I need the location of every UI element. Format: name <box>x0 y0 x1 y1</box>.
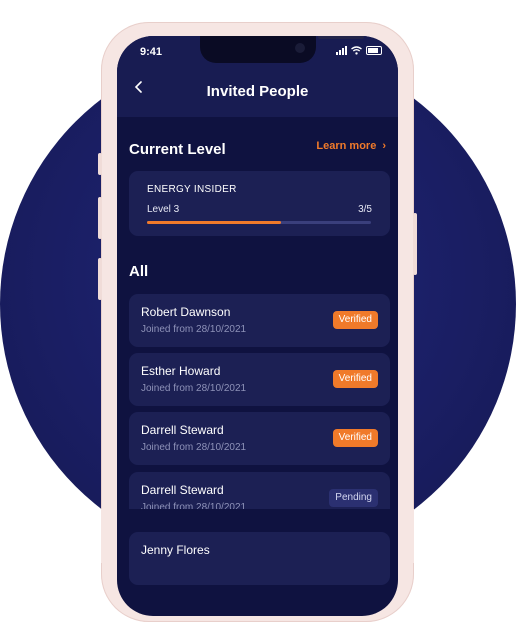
phone-side-button <box>98 258 102 300</box>
status-badge: Verified <box>332 311 378 329</box>
phone-side-button <box>98 197 102 239</box>
person-name: Robert Dawnson <box>141 305 231 319</box>
person-name: Esther Howard <box>141 364 221 378</box>
person-name: Darrell Steward <box>141 423 224 437</box>
person-joined: Joined from 28/10/2021 <box>141 442 247 453</box>
status-icons <box>336 46 382 55</box>
level-progress-text: 3/5 <box>358 204 372 215</box>
person-joined: Joined from 28/10/2021 <box>141 383 247 394</box>
status-badge: Pending <box>329 489 378 507</box>
person-row-partial[interactable]: Jenny Flores <box>129 532 390 563</box>
person-name: Darrell Steward <box>141 483 224 497</box>
chevron-right-icon: › <box>382 140 386 152</box>
speaker-icon <box>318 36 364 39</box>
camera-icon <box>295 43 305 53</box>
wifi-icon <box>351 46 362 55</box>
all-heading: All <box>129 263 149 280</box>
status-badge: Verified <box>332 429 378 447</box>
level-name: ENERGY INSIDER <box>147 184 237 195</box>
person-joined: Joined from 28/10/2021 <box>141 324 247 335</box>
status-badge: Verified <box>332 370 378 388</box>
status-time: 9:41 <box>140 46 163 58</box>
person-row[interactable]: Esther Howard Joined from 28/10/2021 Ver… <box>129 353 390 406</box>
learn-more-label: Learn more <box>316 140 377 152</box>
current-level-heading: Current Level <box>129 141 226 158</box>
battery-icon <box>366 46 382 55</box>
page-title: Invited People <box>206 83 309 100</box>
level-progress-fill <box>147 221 282 224</box>
level-label: Level 3 <box>147 204 180 215</box>
phone-side-button <box>413 213 417 275</box>
person-name: Jenny Flores <box>141 543 210 557</box>
level-card: ENERGY INSIDER Level 3 3/5 <box>129 171 390 236</box>
person-row[interactable]: Robert Dawnson Joined from 28/10/2021 Ve… <box>129 294 390 347</box>
level-progress-track <box>147 221 371 224</box>
person-row[interactable]: Darrell Steward Joined from 28/10/2021 V… <box>129 412 390 465</box>
notch <box>200 36 364 63</box>
signal-icon <box>336 46 347 55</box>
screen-bottom: Jenny Flores <box>117 509 398 563</box>
learn-more-link[interactable]: Learn more › <box>316 140 386 152</box>
phone-side-button <box>98 153 102 175</box>
